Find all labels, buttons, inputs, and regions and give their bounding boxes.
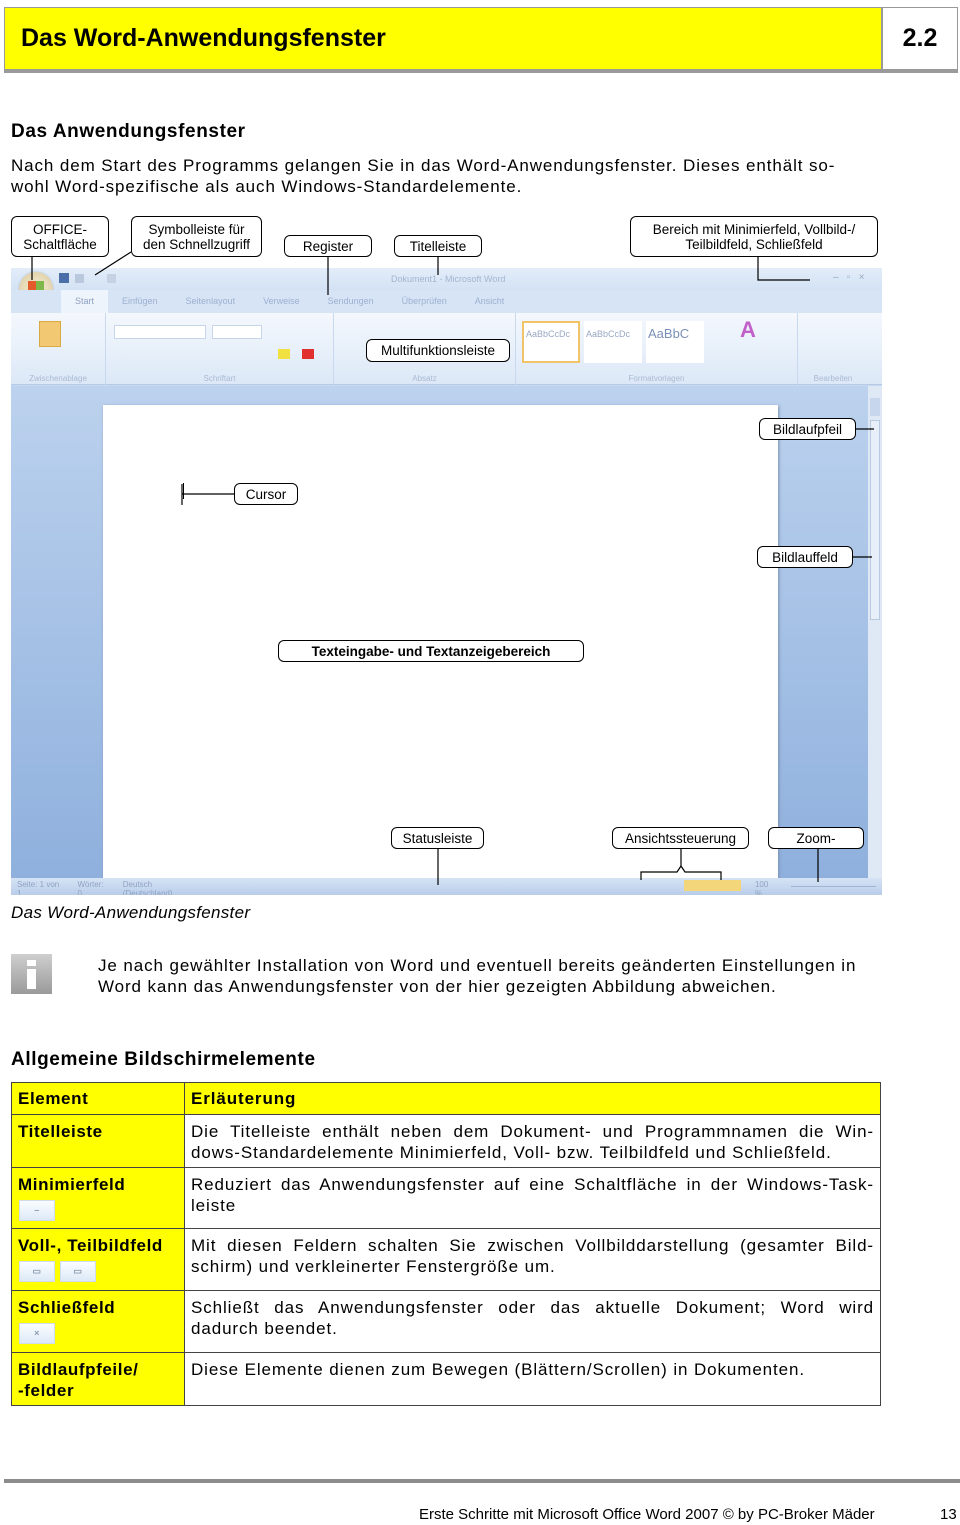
change-styles-icon: A bbox=[740, 317, 756, 342]
group-editing: Bearbeiten bbox=[813, 374, 853, 383]
status-words: Wörter: 0 bbox=[77, 880, 104, 895]
section-heading: Das Anwendungsfenster bbox=[11, 121, 246, 142]
status-language: Deutsch (Deutschland) bbox=[122, 880, 173, 895]
table-row: Schließfeld × Schließt das Anwendungsfens… bbox=[11, 1290, 881, 1353]
table-header-row: Element Erläuterung bbox=[11, 1082, 881, 1115]
group-styles: AaBbCcDc AaBbCcDc AaBbC A Formatvorlagen bbox=[516, 313, 798, 385]
tab-seitenlayout[interactable]: Seitenlayout bbox=[172, 290, 250, 313]
zoom-slider[interactable] bbox=[790, 880, 876, 887]
tab-start[interactable]: Start bbox=[61, 290, 109, 313]
close-icon: × bbox=[19, 1323, 55, 1344]
callout-register: Register bbox=[284, 235, 372, 257]
footer-divider bbox=[4, 1479, 960, 1483]
callout-quick-access: Symbolleiste für den Schnellzugriff bbox=[131, 216, 262, 257]
info-icon bbox=[11, 954, 52, 994]
paste-icon bbox=[39, 321, 61, 347]
callout-text-area: Texteingabe- und Textanzeigebereich bbox=[278, 640, 584, 662]
callout-scroll-field: Bildlauffeld bbox=[757, 546, 853, 568]
callout-statusbar: Statusleiste bbox=[391, 827, 484, 849]
save-icon bbox=[59, 273, 69, 283]
figure-caption: Das Word-Anwendungsfenster bbox=[11, 903, 251, 922]
status-bar: Seite: 1 von 1 Wörter: 0 Deutsch (Deutsc… bbox=[11, 878, 882, 895]
scroll-up-arrow-icon[interactable] bbox=[870, 398, 880, 416]
footer-text: Erste Schritte mit Microsoft Office Word… bbox=[419, 1506, 875, 1523]
tab-einfuegen[interactable]: Einfügen bbox=[108, 290, 172, 313]
info-line-2: Word kann das Anwendungsfenster von der … bbox=[98, 977, 777, 996]
callout-ribbon: Multifunktionsleiste bbox=[366, 339, 510, 362]
callout-office-button: OFFICE- Schaltfläche bbox=[11, 216, 109, 257]
title-bar: Dokument1 - Microsoft Word – ▫ × bbox=[11, 268, 882, 306]
group-clipboard: Zwischenablage bbox=[11, 313, 106, 385]
header-explanation: Erläuterung bbox=[184, 1082, 881, 1115]
redo-icon bbox=[107, 274, 116, 283]
status-page: Seite: 1 von 1 bbox=[17, 880, 60, 895]
window-controls: – ▫ × bbox=[833, 272, 865, 283]
elements-table: Element Erläuterung Titelleiste Die Tite… bbox=[11, 1082, 881, 1406]
highlight-icon bbox=[278, 349, 290, 359]
group-font: Schriftart bbox=[106, 313, 334, 385]
font-color-icon bbox=[302, 349, 314, 359]
word-window-screenshot: Dokument1 - Microsoft Word – ▫ × Start E… bbox=[11, 268, 882, 895]
section-number: 2.2 bbox=[882, 7, 958, 70]
tab-ueberpruefen[interactable]: Überprüfen bbox=[388, 290, 461, 313]
callout-scroll-arrow: Bildlaufpfeil bbox=[759, 418, 856, 440]
tab-ansicht[interactable]: Ansicht bbox=[461, 290, 519, 313]
table-row: Bildlaufpfeile/-felder Diese Elemente di… bbox=[11, 1352, 881, 1406]
page-number: 13 bbox=[940, 1506, 957, 1523]
tab-verweise[interactable]: Verweise bbox=[249, 290, 314, 313]
callout-window-controls: Bereich mit Minimierfeld, Vollbild-/Teil… bbox=[630, 216, 878, 257]
callout-cursor: Cursor bbox=[234, 483, 298, 505]
info-line-1: Je nach gewählter Installation von Word … bbox=[98, 956, 857, 975]
table-row: Titelleiste Die Titelleiste enthält nebe… bbox=[11, 1114, 881, 1168]
tab-sendungen[interactable]: Sendungen bbox=[314, 290, 388, 313]
header-element: Element bbox=[11, 1082, 185, 1115]
zoom-level[interactable]: 100 % bbox=[755, 880, 777, 895]
section-heading-2: Allgemeine Bildschirmelemente bbox=[11, 1049, 316, 1070]
undo-icon bbox=[75, 274, 84, 283]
restore-icon: ▭ bbox=[60, 1261, 96, 1282]
intro-line-1: Nach dem Start des Programms gelangen Si… bbox=[11, 156, 836, 175]
callout-view-controls: Ansichtssteuerung bbox=[612, 827, 749, 849]
table-row: Voll-, Teilbildfeld ▭ ▭ Mit diesen Feldern… bbox=[11, 1228, 881, 1291]
window-title: Dokument1 - Microsoft Word bbox=[391, 274, 506, 284]
view-buttons[interactable] bbox=[684, 880, 741, 891]
ribbon-tabs: Start Einfügen Seitenlayout Verweise Sen… bbox=[11, 290, 882, 313]
callout-titlebar: Titelleiste bbox=[394, 235, 482, 257]
maximize-icon: ▭ bbox=[19, 1261, 55, 1282]
text-cursor bbox=[183, 483, 184, 499]
intro-line-2: wohl Word-spezifische als auch Windows-S… bbox=[11, 177, 523, 196]
minimize-icon: – bbox=[19, 1200, 55, 1221]
page-header-title: Das Word-Anwendungsfenster bbox=[4, 7, 882, 70]
callout-zoom: Zoom- bbox=[768, 827, 864, 849]
table-row: Minimierfeld – Reduziert das Anwendungsfe… bbox=[11, 1167, 881, 1229]
scroll-thumb[interactable] bbox=[870, 420, 880, 620]
